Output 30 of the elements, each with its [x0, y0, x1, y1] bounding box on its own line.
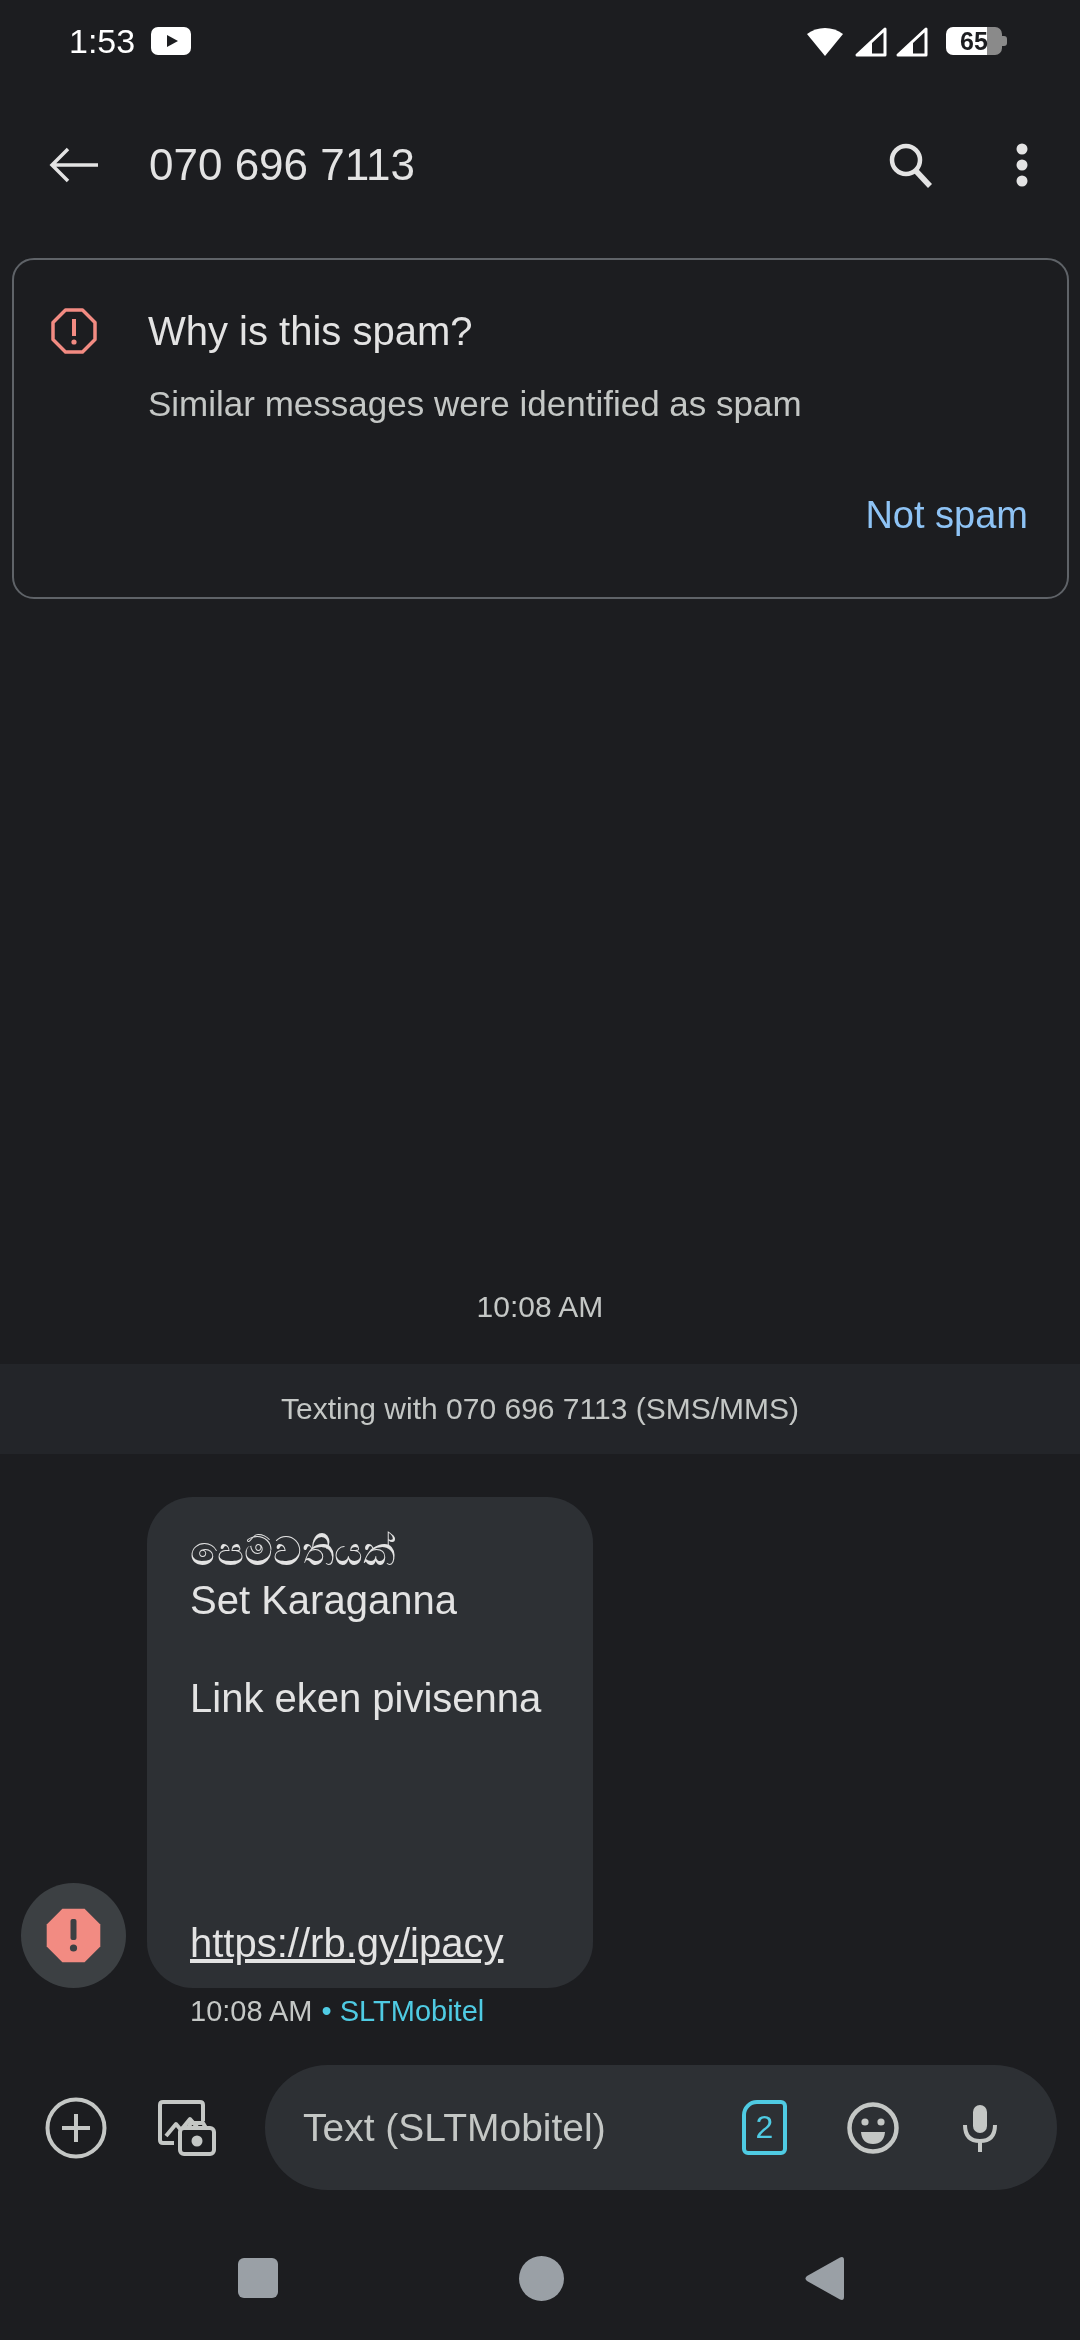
message-text: පෙම්වතියක් Set Karaganna Link eken pivisenna https://rb.gy/ipacy: [190, 1528, 543, 1967]
microphone-icon[interactable]: [961, 2102, 999, 2153]
nav-home-icon[interactable]: [518, 2255, 564, 2301]
alert-octagon-icon: [50, 307, 98, 355]
video-play-icon: [151, 27, 192, 55]
texting-info-banner: Texting with 070 696 7113 (SMS/MMS): [0, 1364, 1080, 1454]
card-title: Why is this spam?: [148, 308, 473, 355]
battery-indicator: 65: [946, 27, 1007, 55]
signal-icon: [854, 25, 887, 57]
nav-back-icon[interactable]: [804, 2255, 844, 2301]
contact-title: 070 696 7113: [149, 139, 415, 191]
message-link[interactable]: https://rb.gy/ipacy: [190, 1921, 504, 1965]
message-field[interactable]: Text (SLTMobitel) 2: [265, 2065, 1057, 2190]
emoji-icon[interactable]: [847, 2101, 899, 2154]
search-icon[interactable]: [888, 141, 933, 189]
back-arrow-icon[interactable]: [47, 146, 100, 184]
signal-icon: [895, 25, 928, 57]
meta-separator: •: [321, 1994, 332, 2029]
card-description: Similar messages were identified as spam: [148, 383, 802, 425]
status-time: 1:53: [69, 21, 136, 61]
sim-button[interactable]: 2: [742, 2100, 787, 2155]
wifi-icon: [806, 25, 844, 57]
gallery-camera-icon[interactable]: [155, 2097, 218, 2158]
conversation-timestamp: 10:08 AM: [476, 1289, 604, 1325]
add-circle-icon[interactable]: [45, 2096, 107, 2159]
message-time: 10:08 AM: [190, 1994, 313, 2029]
not-spam-button[interactable]: Not spam: [851, 480, 1042, 550]
more-options-icon[interactable]: [1016, 143, 1028, 187]
message-input[interactable]: Text (SLTMobitel): [303, 2097, 742, 2158]
sim-name: SLTMobitel: [339, 1994, 485, 2029]
